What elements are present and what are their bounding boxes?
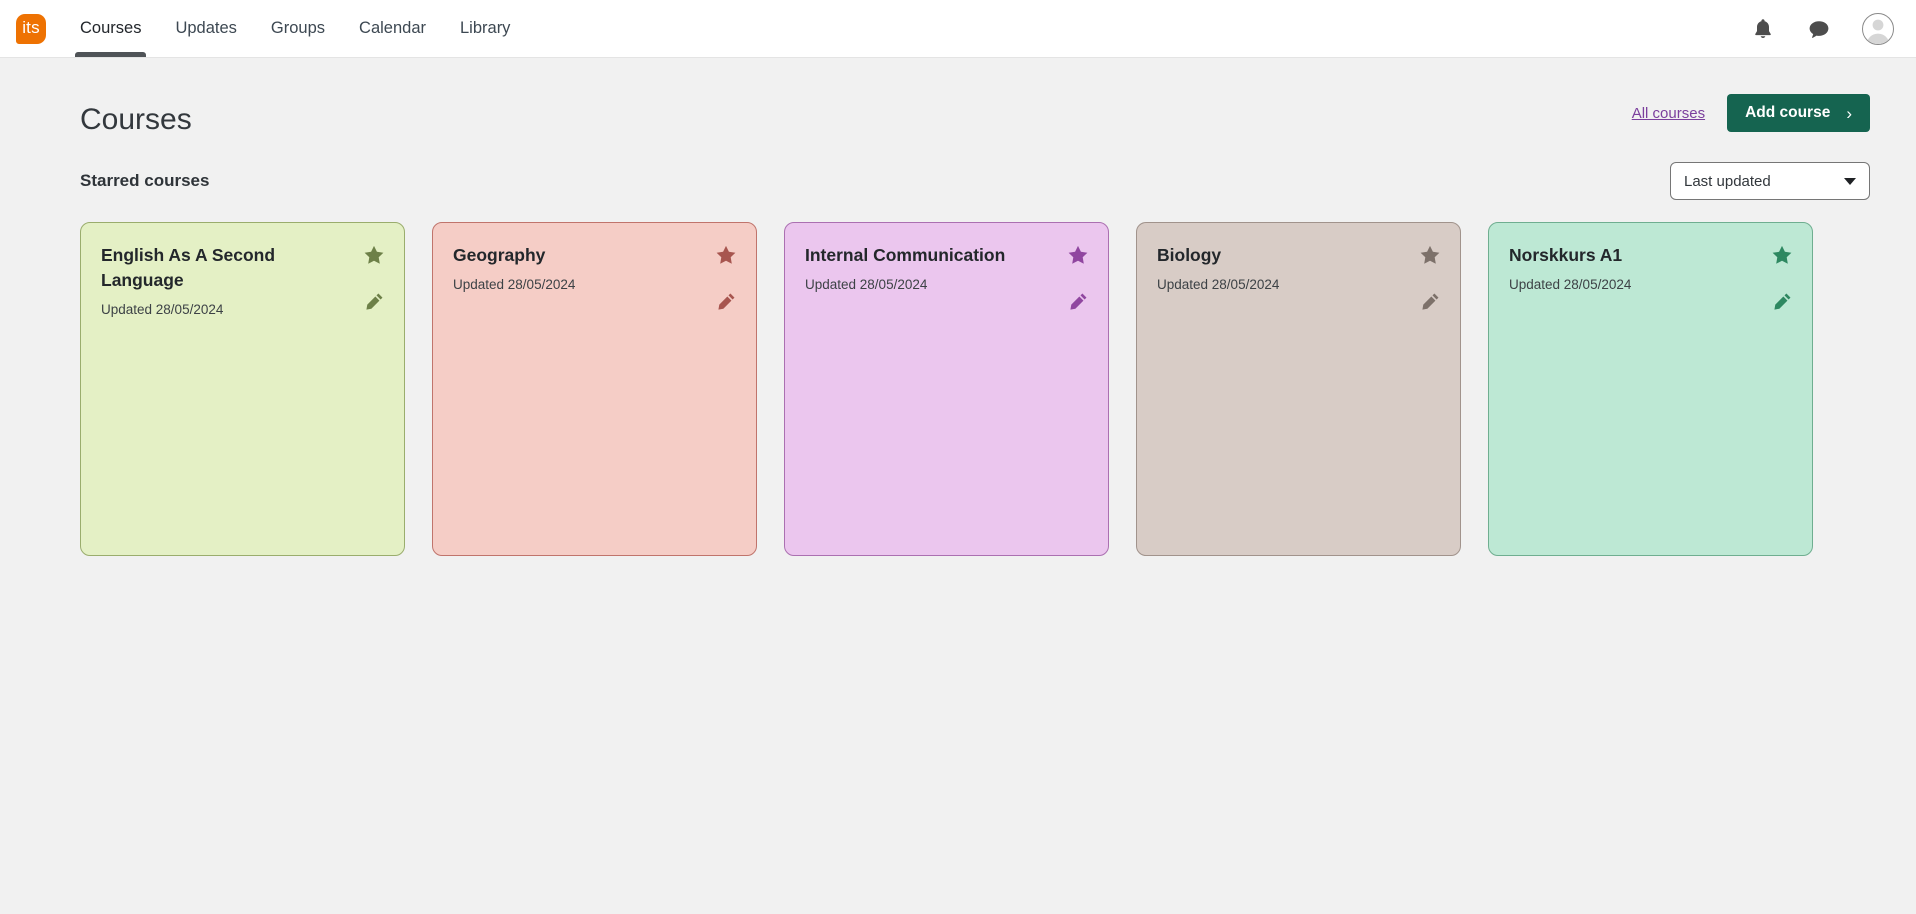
course-updated: Updated 28/05/2024	[101, 302, 386, 317]
nav-label-calendar: Calendar	[359, 19, 426, 38]
all-courses-link[interactable]: All courses	[1632, 105, 1705, 122]
edit-pencil-icon[interactable]	[1773, 292, 1792, 311]
page-title: Courses	[80, 103, 192, 136]
star-icon[interactable]	[1772, 245, 1792, 265]
course-title: Biology	[1157, 243, 1372, 268]
main-nav: Courses Updates Groups Calendar Library	[63, 0, 527, 57]
course-card[interactable]: English As A Second Language Updated 28/…	[80, 222, 405, 556]
sort-select-value: Last updated	[1684, 173, 1771, 190]
course-title: Geography	[453, 243, 668, 268]
nav-item-calendar[interactable]: Calendar	[342, 0, 443, 57]
add-course-button[interactable]: Add course ›	[1727, 94, 1870, 132]
course-updated: Updated 28/05/2024	[1157, 277, 1442, 292]
star-icon[interactable]	[1420, 245, 1440, 265]
edit-pencil-icon[interactable]	[717, 292, 736, 311]
nav-label-courses: Courses	[80, 19, 141, 38]
section-title: Starred courses	[80, 171, 209, 191]
course-title: English As A Second Language	[101, 243, 316, 293]
course-card-list: English As A Second Language Updated 28/…	[80, 222, 1870, 556]
chevron-down-icon	[1844, 178, 1856, 185]
top-navigation-bar: its Courses Updates Groups Calendar Libr…	[0, 0, 1916, 58]
avatar[interactable]	[1862, 13, 1894, 45]
bell-icon[interactable]	[1750, 16, 1776, 42]
page-header: Courses All courses Add course ›	[80, 58, 1870, 136]
course-card[interactable]: Norskkurs A1 Updated 28/05/2024	[1488, 222, 1813, 556]
chevron-right-icon: ›	[1846, 105, 1852, 122]
course-card[interactable]: Biology Updated 28/05/2024	[1136, 222, 1461, 556]
nav-item-groups[interactable]: Groups	[254, 0, 342, 57]
edit-pencil-icon[interactable]	[365, 292, 384, 311]
star-icon[interactable]	[364, 245, 384, 265]
page-header-actions: All courses Add course ›	[1632, 94, 1870, 136]
course-title: Internal Communication	[805, 243, 1020, 268]
course-card[interactable]: Internal Communication Updated 28/05/202…	[784, 222, 1109, 556]
course-updated: Updated 28/05/2024	[805, 277, 1090, 292]
edit-pencil-icon[interactable]	[1069, 292, 1088, 311]
edit-pencil-icon[interactable]	[1421, 292, 1440, 311]
top-bar-actions	[1750, 13, 1894, 45]
nav-item-library[interactable]: Library	[443, 0, 527, 57]
its-logo[interactable]: its	[16, 14, 46, 44]
star-icon[interactable]	[716, 245, 736, 265]
page-content: Courses All courses Add course › Starred…	[0, 58, 1916, 556]
logo-text: its	[22, 19, 40, 36]
starred-courses-header: Starred courses Last updated	[80, 162, 1870, 200]
course-title: Norskkurs A1	[1509, 243, 1724, 268]
course-updated: Updated 28/05/2024	[453, 277, 738, 292]
sort-select[interactable]: Last updated	[1670, 162, 1870, 200]
chat-icon[interactable]	[1806, 16, 1832, 42]
nav-label-updates: Updates	[175, 19, 236, 38]
add-course-label: Add course	[1745, 104, 1830, 122]
nav-label-library: Library	[460, 19, 510, 38]
nav-label-groups: Groups	[271, 19, 325, 38]
star-icon[interactable]	[1068, 245, 1088, 265]
course-card[interactable]: Geography Updated 28/05/2024	[432, 222, 757, 556]
nav-item-courses[interactable]: Courses	[63, 0, 158, 57]
course-updated: Updated 28/05/2024	[1509, 277, 1794, 292]
nav-item-updates[interactable]: Updates	[158, 0, 253, 57]
